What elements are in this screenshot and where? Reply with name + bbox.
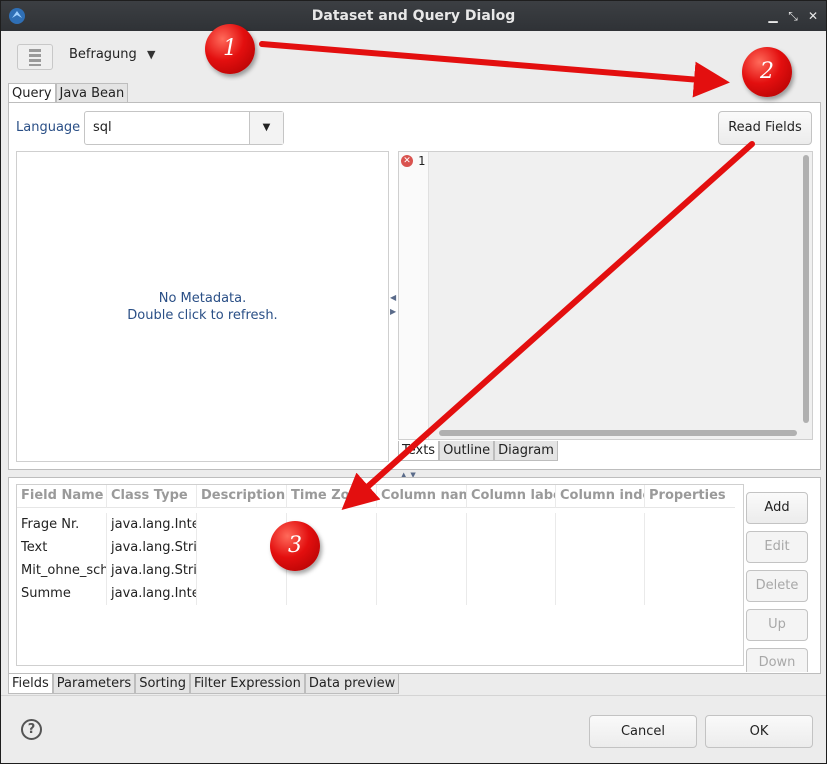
language-label: Language xyxy=(16,120,81,135)
splitter-handle[interactable]: ◀ ▶ xyxy=(390,291,396,319)
minimize-icon[interactable]: ▁ xyxy=(765,8,781,24)
ok-button[interactable]: OK xyxy=(705,715,813,748)
tab-parameters[interactable]: Parameters xyxy=(52,674,136,694)
tab-outline[interactable]: Outline xyxy=(439,441,495,461)
tab-texts[interactable]: Texts xyxy=(398,441,440,461)
dialog-window: Dataset and Query Dialog ▁ ⤡ ✕ Befragung… xyxy=(0,0,827,764)
column-header[interactable]: Class Type xyxy=(107,485,197,508)
delete-button[interactable]: Delete xyxy=(746,570,808,602)
tab-diagram[interactable]: Diagram xyxy=(494,441,558,461)
language-select[interactable]: sql ▼ xyxy=(84,111,284,145)
window-title: Dataset and Query Dialog xyxy=(311,8,516,24)
query-tabs: Query Java Bean xyxy=(8,83,129,103)
metadata-tree[interactable]: No Metadata. Double click to refresh. xyxy=(16,151,389,462)
editor-tabs: Texts Outline Diagram xyxy=(398,441,558,461)
annotation-badge-2: 2 xyxy=(742,47,792,97)
query-editor[interactable]: ✕ 1 xyxy=(398,151,813,440)
read-fields-button[interactable]: Read Fields xyxy=(718,111,812,145)
tab-data-preview[interactable]: Data preview xyxy=(304,674,400,694)
query-panel: Language sql ▼ Read Fields No Metadata. … xyxy=(8,102,821,470)
error-icon: ✕ xyxy=(401,155,413,167)
footer-divider xyxy=(1,695,826,696)
column-header[interactable]: Time Zone xyxy=(287,485,377,508)
vertical-scrollbar[interactable] xyxy=(803,155,809,423)
metadata-message: No Metadata. Double click to refresh. xyxy=(127,291,278,323)
help-icon[interactable]: ? xyxy=(21,719,42,740)
tab-sorting[interactable]: Sorting xyxy=(135,674,190,694)
table-row[interactable]: Mit_ohne_schulung java.lang.String xyxy=(17,559,735,582)
table-row[interactable]: Frage Nr. java.lang.Integer xyxy=(17,513,735,536)
column-header[interactable]: Field Name xyxy=(17,485,107,508)
column-header[interactable]: Column label xyxy=(467,485,556,508)
tab-query[interactable]: Query xyxy=(8,83,56,103)
dataset-toolbar: Befragung ▼ xyxy=(1,31,826,81)
horizontal-scrollbar[interactable] xyxy=(439,430,797,436)
table-header: Field Name Class Type Description Time Z… xyxy=(17,485,735,508)
column-header[interactable]: Description xyxy=(197,485,287,508)
add-button[interactable]: Add xyxy=(746,492,808,524)
up-button[interactable]: Up xyxy=(746,609,808,641)
fields-table[interactable]: Field Name Class Type Description Time Z… xyxy=(16,484,744,666)
column-header[interactable]: Properties xyxy=(645,485,735,508)
tab-java-bean[interactable]: Java Bean xyxy=(55,83,129,103)
column-header[interactable]: Column name xyxy=(377,485,467,508)
dataset-name[interactable]: Befragung xyxy=(69,47,137,62)
language-value: sql xyxy=(93,120,112,135)
dataset-icon[interactable] xyxy=(17,44,53,70)
close-icon[interactable]: ✕ xyxy=(805,8,821,24)
table-row[interactable]: Summe java.lang.Integer xyxy=(17,582,735,605)
table-row[interactable]: Text java.lang.String xyxy=(17,536,735,559)
restore-icon[interactable]: ⤡ xyxy=(785,8,801,24)
fields-tabs: Fields Parameters Sorting Filter Express… xyxy=(8,674,400,694)
title-bar: Dataset and Query Dialog ▁ ⤡ ✕ xyxy=(1,1,826,31)
line-number: 1 xyxy=(418,154,426,168)
down-button[interactable]: Down xyxy=(746,648,808,672)
annotation-badge-3: 3 xyxy=(270,521,320,571)
fields-panel: Field Name Class Type Description Time Z… xyxy=(8,477,821,674)
edit-button[interactable]: Edit xyxy=(746,531,808,563)
tab-fields[interactable]: Fields xyxy=(8,674,53,694)
cancel-button[interactable]: Cancel xyxy=(589,715,697,748)
chevron-down-icon[interactable]: ▼ xyxy=(147,48,155,61)
editor-ruler: ✕ 1 xyxy=(399,152,429,439)
chevron-down-icon[interactable]: ▼ xyxy=(249,112,283,144)
column-header[interactable]: Column index xyxy=(556,485,645,508)
tab-filter-expression[interactable]: Filter Expression xyxy=(189,674,305,694)
annotation-badge-1: 1 xyxy=(205,24,255,74)
